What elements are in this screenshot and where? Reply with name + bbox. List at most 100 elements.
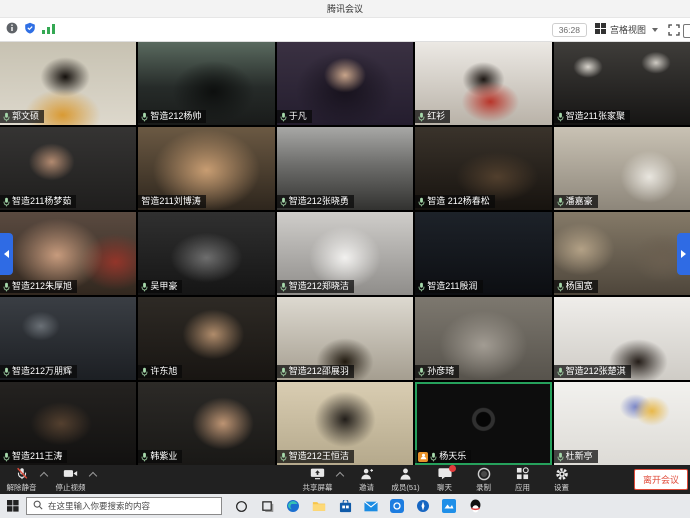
video-tile-25[interactable]: 杜新亭 [554,382,690,465]
search-placeholder: 在这里输入你要搜索的内容 [48,500,150,512]
video-tile-11[interactable]: 智造212朱厚旭 [0,212,136,295]
file-explorer-icon[interactable] [306,494,332,518]
qq-icon[interactable] [462,494,488,518]
leave-meeting-button[interactable]: 离开会议 [634,469,688,490]
video-tile-6[interactable]: 智造211杨梦茹 [0,127,136,210]
participant-name: 智造212杨帅 [150,111,201,122]
participant-nametag: 智造212王恒洁 [277,450,354,463]
video-tile-14[interactable]: 智造211殷润 [415,212,551,295]
toolbar-button-camera[interactable]: 停止视频 [51,465,90,494]
mic-icon [557,367,564,377]
video-tile-9[interactable]: 智造 212杨春松 [415,127,551,210]
video-tile-18[interactable]: 智造212邵展羽 [277,297,413,380]
mic-icon [141,112,148,122]
search-input[interactable]: 在这里输入你要搜索的内容 [26,497,222,515]
meeting-timer: 36:28 [552,23,587,37]
mic-icon [557,112,564,122]
toolbar-button-chat[interactable]: 聊天 [425,465,464,494]
compass-app-icon[interactable] [410,494,436,518]
video-tile-15[interactable]: 杨国宽 [554,212,690,295]
toolbar-button-settings[interactable]: 设置 [542,465,581,494]
video-tile-1[interactable]: 郭文硕 [0,42,136,125]
toolbar-button-invite[interactable]: 邀请 [347,465,386,494]
video-tile-23[interactable]: 智造212王恒洁 [277,382,413,465]
toolbar-button-members[interactable]: 成员(51) [386,465,425,494]
video-tile-19[interactable]: 孙彦琦 [415,297,551,380]
participant-name: 智造212万朋辉 [12,366,72,377]
meeting-toolbar: 36:28 宫格视图 [0,18,690,42]
arrow-left-icon [4,250,9,258]
participant-name: 杨国宽 [566,281,593,292]
previous-page-button[interactable] [0,233,13,275]
toolbar-button-label: 停止视频 [56,482,86,493]
video-tile-2[interactable]: 智造212杨帅 [138,42,274,125]
toolbar-center-group: 共享屏幕邀请成员(51)聊天录制应用 设置 [298,465,581,494]
participant-name: 智造212张楚淇 [566,366,626,377]
participant-nametag: 许东旭 [138,365,182,378]
fullscreen-icon[interactable] [668,24,680,36]
meeting-app-icon[interactable] [384,494,410,518]
invite-icon [360,467,374,481]
chevron-up-icon[interactable] [336,471,344,479]
toolbar-left-group: 解除静音 停止视频 [2,465,100,494]
toolbar-button-label: 应用 [515,482,530,493]
video-tile-16[interactable]: 智造212万朋辉 [0,297,136,380]
chevron-up-icon[interactable] [40,471,48,479]
participant-name: 杜新亭 [566,451,593,462]
search-icon [33,500,43,512]
arrow-right-icon [681,250,686,258]
video-tile-13[interactable]: 智造212郑晓洁 [277,212,413,295]
participant-name: 智造211张家聚 [566,111,625,122]
video-tile-17[interactable]: 许东旭 [138,297,274,380]
participant-nametag: 吴甲豪 [138,280,182,293]
participant-nametag: 杨天乐 [415,450,471,463]
toolbar-button-label: 解除静音 [7,482,37,493]
cortana-icon[interactable] [228,494,254,518]
store-icon[interactable] [332,494,358,518]
toolbar-button-share-screen[interactable]: 共享屏幕 [298,465,337,494]
edge-icon[interactable] [280,494,306,518]
mic-icon [557,197,564,207]
taskbar-icons [228,494,488,518]
window-title: 腾讯会议 [327,2,363,15]
mail-icon[interactable] [358,494,384,518]
mic-icon [418,367,425,377]
video-grid-area: 郭文硕智造212杨帅于凡红衫智造211张家聚智造211杨梦茹智造211刘博涛智造… [0,42,690,465]
info-icon[interactable] [6,21,18,39]
start-button[interactable] [0,494,26,518]
host-badge-icon [418,452,428,462]
participant-nametag: 智造211刘博涛 [138,195,205,208]
share-screen-icon [310,467,325,481]
view-mode-selector[interactable]: 宫格视图 [595,23,658,36]
participant-nametag: 杜新亭 [554,450,598,463]
video-tile-10[interactable]: 潘嘉豪 [554,127,690,210]
video-tile-20[interactable]: 智造212张楚淇 [554,297,690,380]
toolbar-button-mic-muted[interactable]: 解除静音 [2,465,41,494]
toolbar-button-apps[interactable]: 应用 [503,465,542,494]
video-tile-21[interactable]: 智造211王涛 [0,382,136,465]
participant-name: 杨天乐 [439,451,466,462]
mic-icon [3,197,10,207]
video-tile-5[interactable]: 智造211张家聚 [554,42,690,125]
mic-icon [141,367,148,377]
mic-icon [280,197,287,207]
chevron-up-icon[interactable] [89,471,97,479]
shield-icon[interactable] [24,21,36,39]
toolbar-button-record[interactable]: 录制 [464,465,503,494]
participant-nametag: 智造212杨帅 [138,110,206,123]
video-tile-4[interactable]: 红衫 [415,42,551,125]
next-page-button[interactable] [677,233,690,275]
video-tile-3[interactable]: 于凡 [277,42,413,125]
video-tile-24[interactable]: 杨天乐 [415,382,551,465]
participant-nametag: 智造212朱厚旭 [0,280,77,293]
participant-name: 智造212朱厚旭 [12,281,72,292]
docs-app-icon[interactable] [436,494,462,518]
video-tile-22[interactable]: 韩紫业 [138,382,274,465]
clipped-edge-icon [683,24,690,38]
video-tile-12[interactable]: 吴甲豪 [138,212,274,295]
mic-icon [280,367,287,377]
mic-icon [280,282,287,292]
video-tile-7[interactable]: 智造211刘博涛 [138,127,274,210]
video-tile-8[interactable]: 智造212张晓勇 [277,127,413,210]
task-view-icon[interactable] [254,494,280,518]
